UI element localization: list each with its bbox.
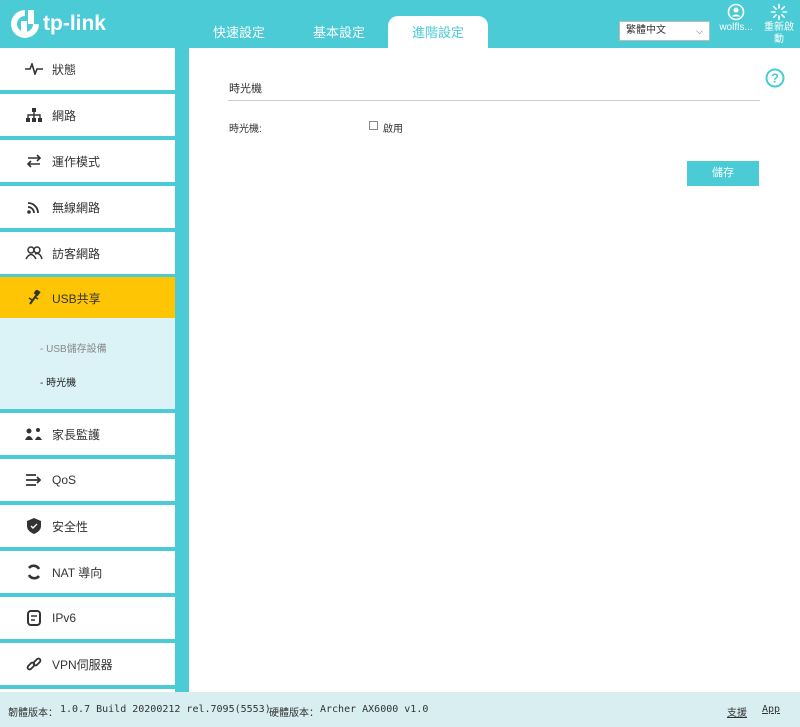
- top-header: tp-link 快速設定 基本設定 進階設定 繁體中文 ⌵ wolfls...: [0, 0, 800, 48]
- sidebar-item-label: 家長監護: [52, 427, 101, 442]
- hardware-label: 硬體版本：: [269, 708, 319, 719]
- sidebar-item-label: 安全性: [52, 519, 89, 534]
- sidebar-item-security[interactable]: 安全性: [0, 505, 175, 547]
- firmware-version: 1.0.7 Build 20200212 rel.7095(5553): [60, 704, 271, 715]
- app-link[interactable]: App: [762, 704, 780, 715]
- sidebar-item-label: 訪客網路: [52, 246, 101, 261]
- svg-text:?: ?: [771, 71, 779, 86]
- guests-icon: [22, 243, 46, 263]
- page-title: 時光機: [229, 83, 262, 95]
- shield-icon: [22, 516, 46, 536]
- link-icon: [22, 654, 46, 674]
- reboot-button[interactable]: 重新啟動: [762, 3, 796, 46]
- sidebar-item-nat[interactable]: NAT 導向: [0, 551, 175, 593]
- sidebar-item-label: USB共享: [52, 291, 101, 306]
- sidebar-item-label: 運作模式: [52, 154, 101, 169]
- sidebar-item-usb-sharing[interactable]: USB共享: [0, 277, 175, 319]
- sidebar-item-label: QoS: [52, 473, 77, 487]
- sidebar-item-qos[interactable]: QoS: [0, 459, 175, 501]
- sidebar-item-label: IPv6: [52, 611, 77, 625]
- sidebar-item-label: 網路: [52, 108, 77, 123]
- sidebar-item-ipv6[interactable]: IPv6: [0, 597, 175, 639]
- tp-link-logo[interactable]: tp-link: [8, 6, 106, 42]
- network-icon: [22, 105, 46, 125]
- support-link[interactable]: 支援: [727, 704, 747, 719]
- sidebar-item-label: 狀態: [52, 62, 77, 77]
- enable-checkbox-label[interactable]: 啟用: [383, 120, 403, 135]
- tab-advanced[interactable]: 進階設定: [388, 16, 488, 48]
- sidebar-item-operation-mode[interactable]: 運作模式: [0, 140, 175, 182]
- main-panel: 時光機 ? 時光機: 啟用 儲存: [189, 48, 800, 692]
- sidebar-item-label: 無線網路: [52, 200, 101, 215]
- submenu-item-usb-storage[interactable]: - USB儲存設備: [40, 340, 107, 355]
- save-button[interactable]: 儲存: [687, 161, 759, 186]
- swap-icon: [22, 151, 46, 171]
- usb-icon: [22, 288, 46, 308]
- language-value: 繁體中文: [626, 25, 666, 36]
- sidebar-item-label: VPN伺服器: [52, 657, 113, 672]
- user-name: wolfls...: [719, 22, 753, 33]
- submenu-item-time-machine[interactable]: - 時光機: [40, 374, 76, 389]
- usb-submenu: - USB儲存設備 - 時光機: [0, 318, 175, 409]
- tab-basic[interactable]: 基本設定: [289, 16, 389, 48]
- sidebar-item-status[interactable]: 狀態: [0, 48, 175, 90]
- sidebar-item-network[interactable]: 網路: [0, 94, 175, 136]
- user-icon: [727, 3, 745, 21]
- user-account-button[interactable]: wolfls...: [716, 3, 756, 33]
- wireless-icon: [22, 197, 46, 217]
- sidebar-item-wireless[interactable]: 無線網路: [0, 186, 175, 228]
- sidebar-item-parental-controls[interactable]: 家長監護: [0, 413, 175, 455]
- logo-text: tp-link: [43, 12, 106, 35]
- sidebar-item-guest-network[interactable]: 訪客網路: [0, 232, 175, 274]
- sidebar-item-label: NAT 導向: [52, 565, 103, 580]
- family-icon: [22, 424, 46, 444]
- footer: 韌體版本： 1.0.7 Build 20200212 rel.7095(5553…: [0, 692, 800, 727]
- sidebar-item-vpn-server[interactable]: VPN伺服器: [0, 643, 175, 685]
- language-select[interactable]: 繁體中文 ⌵: [619, 21, 710, 41]
- hardware-version: Archer AX6000 v1.0: [320, 704, 429, 715]
- enable-checkbox[interactable]: [369, 121, 378, 130]
- tp-link-logo-icon: [11, 10, 39, 38]
- nat-icon: [22, 562, 46, 582]
- title-divider: [228, 100, 760, 101]
- help-icon[interactable]: ?: [765, 68, 785, 88]
- sidebar: 狀態 網路 運作模式 無線網路 訪客網路 USB共享 - USB儲存設備 - 時…: [0, 48, 188, 692]
- reboot-icon: [770, 3, 788, 21]
- tab-quick-setup[interactable]: 快速設定: [189, 16, 289, 48]
- time-machine-label: 時光機:: [229, 124, 262, 135]
- ipv6-icon: [22, 608, 46, 628]
- chevron-down-icon: ⌵: [696, 26, 703, 36]
- qos-icon: [22, 470, 46, 490]
- reboot-label: 重新啟動: [764, 22, 794, 45]
- firmware-label: 韌體版本：: [8, 708, 58, 719]
- pulse-icon: [22, 59, 46, 79]
